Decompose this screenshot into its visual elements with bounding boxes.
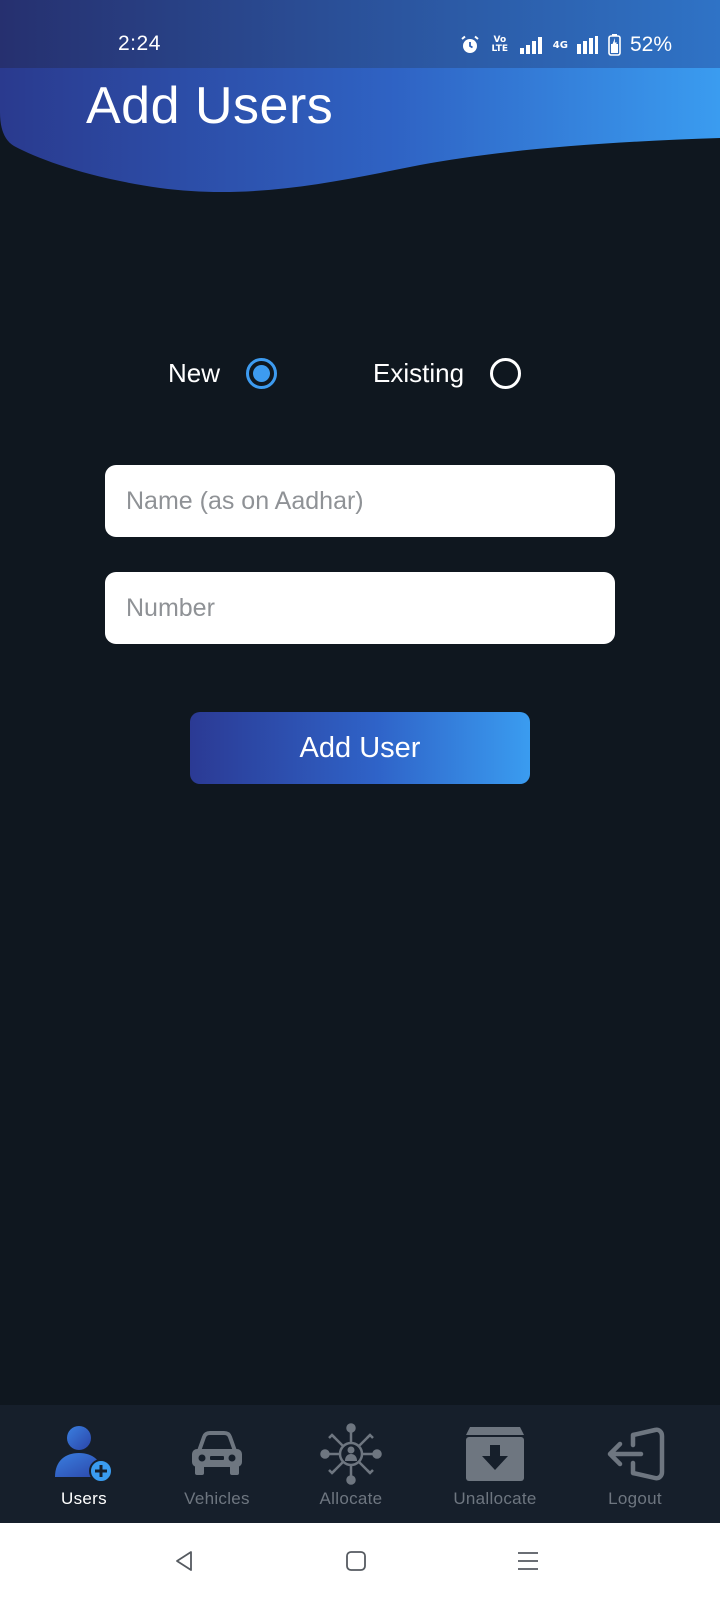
nav-item-vehicles[interactable]: Vehicles: [170, 1405, 264, 1523]
radio-new[interactable]: New: [168, 350, 278, 396]
nav-users-label: Users: [61, 1489, 107, 1508]
nav-unallocate-label: Unallocate: [453, 1489, 537, 1508]
nav-item-users[interactable]: Users: [44, 1405, 124, 1523]
nav-vehicles-label: Vehicles: [184, 1489, 250, 1508]
archive-download-icon: [464, 1421, 526, 1487]
page-title: Add Users: [86, 77, 334, 135]
back-icon[interactable]: [164, 1541, 204, 1581]
radio-existing[interactable]: Existing: [373, 350, 522, 396]
recents-menu-icon[interactable]: [508, 1541, 548, 1581]
nav-allocate-label: Allocate: [319, 1489, 383, 1508]
nav-logout-label: Logout: [608, 1489, 662, 1508]
number-input[interactable]: [105, 572, 615, 644]
nav-item-logout[interactable]: Logout: [590, 1405, 680, 1523]
system-nav-bar: [0, 1523, 720, 1600]
alarm-icon: [461, 35, 479, 53]
volte-indicator: Vo LTE: [489, 36, 511, 54]
bottom-nav: Users Vehicles Allocate Unallocate Logou…: [0, 1405, 720, 1523]
radio-new-indicator[interactable]: [246, 357, 278, 389]
nav-item-unallocate[interactable]: Unallocate: [440, 1405, 550, 1523]
home-icon[interactable]: [336, 1541, 376, 1581]
radio-existing-label: Existing: [373, 357, 465, 388]
name-input[interactable]: [105, 465, 615, 537]
signal-strength-secondary-icon: [576, 36, 598, 54]
allocate-network-icon: [320, 1421, 382, 1487]
radio-new-label: New: [168, 357, 221, 388]
logout-icon: [605, 1421, 665, 1487]
volte-line2: LTE: [491, 44, 509, 54]
status-time: 2:24: [118, 32, 161, 55]
nav-item-allocate[interactable]: Allocate: [306, 1405, 396, 1523]
signal-strength-icon: [519, 37, 542, 54]
network-type-label: 4G: [552, 39, 568, 51]
user-add-icon: [53, 1421, 115, 1487]
car-icon: [189, 1421, 245, 1487]
add-user-button[interactable]: Add User: [190, 712, 530, 784]
battery-charging-icon: [608, 34, 621, 56]
status-bar: 2:24 Vo LTE 4G 52%: [0, 0, 720, 68]
add-users-screen: 2:24 Vo LTE 4G 52% Add Users New Existin…: [0, 0, 720, 1600]
battery-percent: 52%: [629, 33, 672, 56]
radio-existing-indicator[interactable]: [490, 357, 522, 389]
status-icons: Vo LTE 4G 52%: [460, 30, 672, 60]
